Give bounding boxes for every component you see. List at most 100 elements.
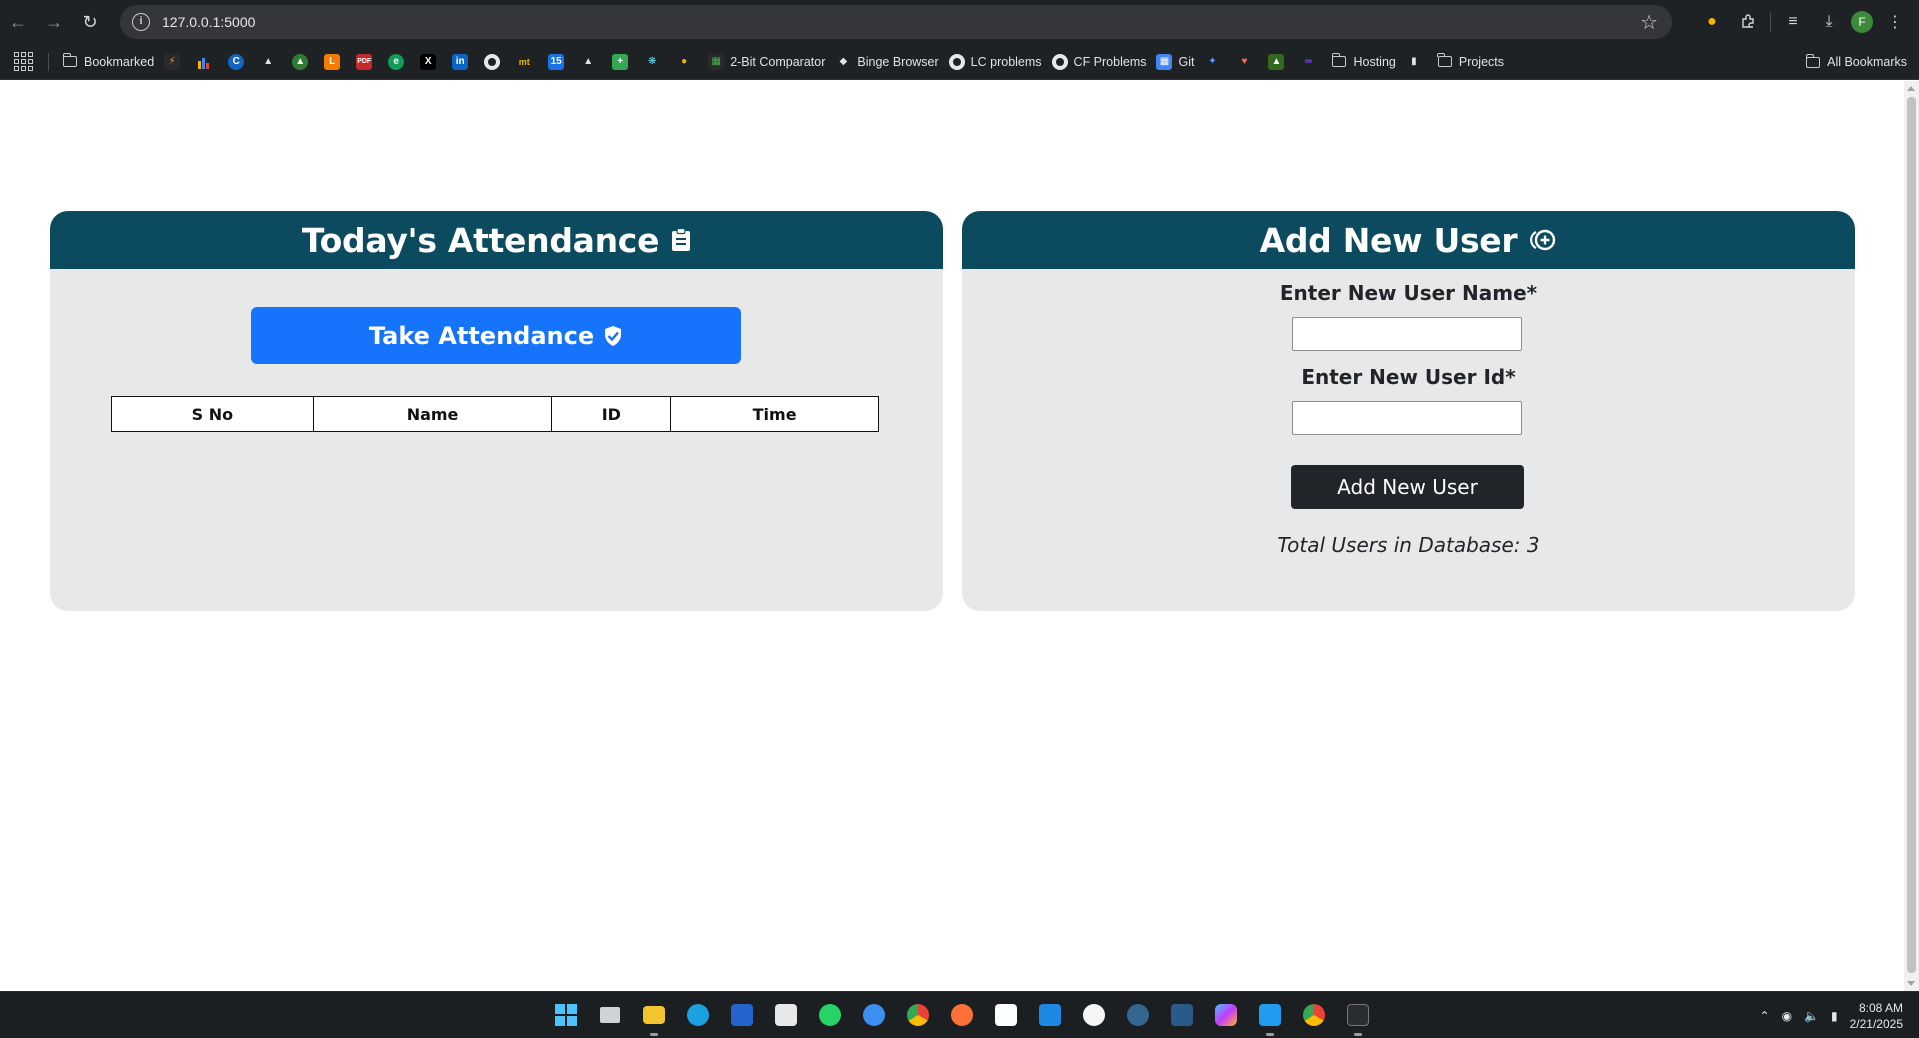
bookmark-folder-projects[interactable]: Projects (1437, 53, 1505, 69)
attendance-table: S No Name ID Time (111, 396, 879, 432)
clock-date: 2/21/2025 (1849, 1016, 1903, 1031)
bookmark-favicon-mt-icon[interactable]: mt (516, 53, 533, 70)
notes-app-icon[interactable] (1034, 999, 1066, 1031)
clock[interactable]: 8:08 AM 2/21/2025 (1850, 1000, 1903, 1032)
bookmark-favicon-heart-icon[interactable]: ♥ (1236, 53, 1253, 70)
menu-kebab-icon[interactable]: ⋮ (1881, 8, 1909, 36)
bookmark-favicon-butterfly-icon[interactable]: ✦ (1204, 53, 1221, 70)
bookmark-folder-bookmarked[interactable]: Bookmarked (62, 53, 154, 69)
scroll-up-arrow-icon[interactable] (1907, 86, 1915, 91)
bookmark-lc-problems[interactable]: LC problems (948, 53, 1042, 70)
bookmark-favicon-calendar-icon[interactable]: 15 (548, 53, 565, 70)
terminal-icon[interactable] (1342, 999, 1374, 1036)
clock-app-icon[interactable] (1078, 999, 1110, 1031)
bookmark-label: Projects (1458, 54, 1505, 69)
extensions-icon[interactable] (1734, 8, 1762, 36)
mysql-workbench-icon[interactable] (1166, 999, 1198, 1031)
windows-start-icon[interactable] (550, 999, 582, 1031)
bookmark-favicon-github-icon[interactable] (484, 53, 501, 70)
folder-icon (62, 53, 77, 67)
address-url[interactable]: 127.0.0.1:5000 (162, 14, 255, 30)
page-content: Today's Attendance Take Attendance S No … (0, 81, 1904, 991)
bookmark-star-icon[interactable]: ☆ (1640, 10, 1658, 35)
bookmark-favicon-sheets-icon[interactable]: + (612, 53, 629, 70)
bookmark-binge-browser[interactable]: ◆ Binge Browser (835, 53, 939, 70)
postgres-icon[interactable] (1122, 999, 1154, 1031)
bookmark-favicon-chart-icon[interactable] (196, 53, 213, 70)
bookmark-favicon-bars-icon[interactable]: ▮ (1405, 53, 1422, 70)
attendance-card: Today's Attendance Take Attendance S No … (50, 211, 943, 611)
download-icon[interactable]: ⤓ (1815, 8, 1843, 36)
taskbar: ⌃ ◉ 🔈 ▮ 8:08 AM 2/21/2025 (0, 991, 1919, 1038)
bookmark-favicon-c-icon[interactable]: C (228, 53, 245, 70)
bookmark-git[interactable]: ▦ Git (1156, 53, 1195, 70)
taskbar-apps (550, 999, 1374, 1036)
chrome-profile-icon[interactable] (1298, 999, 1330, 1031)
user-id-input[interactable] (1292, 401, 1522, 435)
bookmark-favicon-x-icon[interactable]: X (420, 53, 437, 70)
bookmark-folder-all[interactable]: All Bookmarks (1805, 44, 1907, 80)
add-user-header: Add New User (962, 211, 1855, 269)
help-app-icon[interactable] (858, 999, 890, 1031)
user-name-input[interactable] (1292, 317, 1522, 351)
bookmark-favicon-car-icon[interactable]: ● (676, 53, 693, 70)
binge-favicon-icon: ◆ (835, 53, 852, 70)
whatsapp-icon[interactable] (814, 999, 846, 1031)
bookmark-label: Git (1178, 54, 1195, 69)
bookmark-favicon-pin-icon[interactable]: ▲ (580, 53, 597, 70)
copilot-icon[interactable] (1210, 999, 1242, 1031)
address-bar[interactable]: i 127.0.0.1:5000 ☆ (120, 5, 1672, 39)
bookmark-folder-hosting[interactable]: Hosting (1331, 53, 1396, 69)
microsoft-store-icon[interactable] (770, 999, 802, 1031)
back-arrow-icon[interactable]: ← (0, 4, 36, 40)
bookmark-favicon-leetcode-icon[interactable]: L (324, 53, 341, 70)
volume-muted-icon[interactable]: 🔈 (1804, 1009, 1819, 1023)
add-person-icon (1529, 228, 1557, 252)
task-view-icon[interactable] (594, 999, 626, 1031)
site-info-icon[interactable]: i (132, 13, 150, 31)
password-lock-icon[interactable]: ● (1698, 8, 1726, 36)
edge-browser-icon[interactable] (682, 999, 714, 1031)
attendance-header: Today's Attendance (50, 211, 943, 269)
github-icon (1051, 53, 1068, 70)
wifi-icon[interactable]: ◉ (1782, 1009, 1792, 1023)
bookmarks-divider (48, 52, 49, 71)
todo-app-icon[interactable] (726, 999, 758, 1031)
bookmark-label: Hosting (1353, 54, 1396, 69)
take-attendance-button[interactable]: Take Attendance (251, 307, 741, 364)
profile-avatar[interactable]: F (1851, 11, 1873, 33)
page-scrollbar[interactable] (1904, 81, 1919, 991)
chevron-up-icon[interactable]: ⌃ (1760, 1009, 1770, 1023)
scroll-down-arrow-icon[interactable] (1907, 981, 1915, 986)
reload-icon[interactable]: ↻ (72, 4, 108, 40)
battery-icon[interactable]: ▮ (1831, 1009, 1838, 1023)
column-header-id: ID (551, 396, 672, 432)
bookmark-favicon-infinity-icon[interactable]: ∞ (1300, 53, 1317, 70)
bookmark-label: 2-Bit Comparator (730, 54, 826, 69)
bookmark-favicon-lightning-icon[interactable]: ⚡ (164, 53, 181, 70)
bookmark-favicon-rocket-icon[interactable]: ▲ (260, 53, 277, 70)
scrollbar-thumb[interactable] (1907, 97, 1916, 973)
bookmark-favicon-linkedin-icon[interactable]: in (452, 53, 469, 70)
bookmark-cf-problems[interactable]: CF Problems (1051, 53, 1147, 70)
bookmark-label: All Bookmarks (1827, 55, 1907, 69)
apps-grid-icon[interactable] (14, 51, 34, 72)
bookmark-favicon-react-icon[interactable]: ❋ (644, 53, 661, 70)
browser-actions: ● ≡ ⤓ F ⋮ (1698, 0, 1909, 44)
vscode-icon[interactable] (1254, 999, 1286, 1036)
bookmark-favicon-shield-icon[interactable]: ▲ (1268, 53, 1285, 70)
file-explorer-icon[interactable] (638, 999, 670, 1036)
notion-icon[interactable] (990, 999, 1022, 1031)
bookmark-label: CF Problems (1073, 54, 1147, 69)
bookmark-2bit-comparator[interactable]: ▦ 2-Bit Comparator (708, 53, 826, 70)
forward-arrow-icon[interactable]: → (36, 4, 72, 40)
bookmark-favicon-tree-icon[interactable]: ▲ (292, 53, 309, 70)
bookmark-favicon-edge-icon[interactable]: e (388, 53, 405, 70)
reading-list-icon[interactable]: ≡ (1779, 8, 1807, 36)
add-new-user-button[interactable]: Add New User (1291, 465, 1524, 509)
chrome-icon[interactable] (902, 999, 934, 1031)
bookmark-favicon-pdf-icon[interactable]: PDF (356, 53, 373, 70)
firefox-icon[interactable] (946, 999, 978, 1031)
shield-check-icon (603, 325, 623, 347)
add-user-card: Add New User Enter New User Name* Enter … (962, 211, 1855, 611)
